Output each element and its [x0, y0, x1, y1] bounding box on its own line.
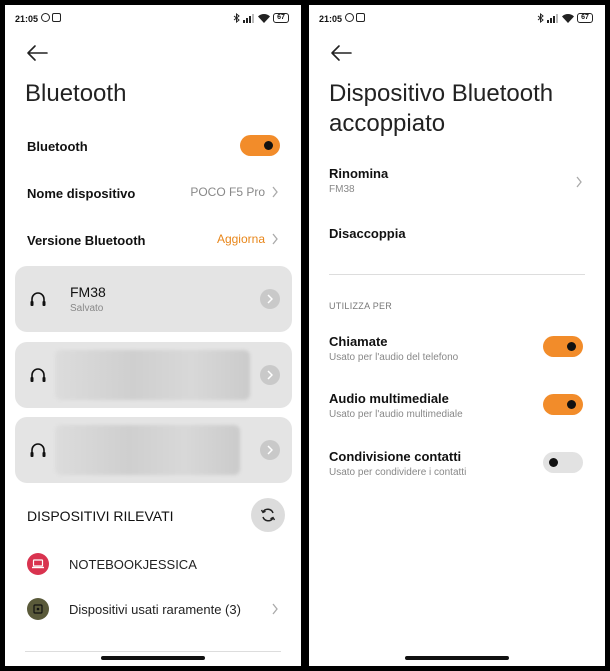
back-arrow-icon[interactable]	[329, 43, 353, 63]
chevron-right-icon	[267, 445, 273, 455]
unpair-label: Disaccoppia	[329, 226, 406, 241]
battery-indicator: 67	[577, 13, 593, 23]
bluetooth-status-icon	[233, 13, 240, 23]
status-bar: 21:05 67	[5, 5, 301, 33]
device-name-value: POCO F5 Pro	[190, 185, 265, 199]
device-details-button[interactable]	[260, 289, 280, 309]
device-name-row[interactable]: Nome dispositivo POCO F5 Pro	[27, 185, 279, 205]
paired-device-screen: 21:05 67 Dispositivo Bluetooth accoppiat…	[309, 5, 605, 666]
signal-icon	[547, 13, 558, 23]
paired-device-status: Salvato	[70, 303, 104, 314]
chevron-right-icon	[576, 176, 582, 188]
bluetooth-version-label: Versione Bluetooth	[27, 233, 146, 248]
whatsapp-icon	[41, 13, 50, 22]
contact-sharing-toggle[interactable]	[543, 452, 583, 473]
unpair-row[interactable]: Disaccoppia	[329, 226, 583, 246]
bluetooth-status-icon	[537, 13, 544, 23]
blurred-device-name	[55, 425, 240, 475]
signal-icon	[243, 13, 254, 23]
chevron-right-icon	[267, 294, 273, 304]
paired-device-card[interactable]: FM38 Salvato	[15, 266, 292, 332]
update-link[interactable]: Aggiorna	[217, 232, 265, 246]
notification-icon	[356, 13, 365, 22]
wifi-icon	[258, 13, 270, 23]
chevron-right-icon	[267, 370, 273, 380]
bluetooth-version-row[interactable]: Versione Bluetooth Aggiorna	[27, 232, 279, 252]
rename-row[interactable]: Rinomina FM38	[329, 166, 583, 200]
detected-devices-header: DISPOSITIVI RILEVATI	[27, 508, 174, 524]
whatsapp-icon	[345, 13, 354, 22]
wifi-icon	[562, 13, 574, 23]
rename-value: FM38	[329, 184, 355, 195]
home-indicator[interactable]	[405, 656, 509, 660]
divider	[25, 651, 281, 652]
page-title: Bluetooth	[25, 80, 127, 107]
status-time: 21:05	[319, 14, 343, 24]
media-audio-toggle[interactable]	[543, 394, 583, 415]
device-name-label: Nome dispositivo	[27, 186, 136, 201]
back-arrow-icon[interactable]	[25, 43, 49, 63]
bluetooth-settings-screen: 21:05 67 Bluetooth Bluetooth Nome dispos…	[5, 5, 301, 666]
rarely-used-devices-item[interactable]: Dispositivi usati raramente (3)	[27, 598, 279, 622]
headphones-icon	[30, 368, 46, 382]
paired-device-name: FM38	[70, 284, 106, 300]
headphones-icon	[30, 292, 46, 306]
calls-toggle[interactable]	[543, 336, 583, 357]
battery-indicator: 67	[273, 13, 289, 23]
page-title: Dispositivo Bluetooth accoppiato	[329, 79, 553, 139]
bluetooth-label: Bluetooth	[27, 139, 88, 154]
divider	[329, 274, 585, 275]
blurred-device-name	[55, 350, 250, 400]
chevron-right-icon	[272, 233, 278, 245]
chevron-right-icon	[272, 603, 278, 615]
headphones-icon	[30, 443, 46, 457]
device-details-button[interactable]	[260, 440, 280, 460]
detected-device-name: NOTEBOOKJESSICA	[69, 557, 197, 572]
refresh-icon	[260, 508, 276, 522]
page-title-line1: Dispositivo Bluetooth	[329, 80, 554, 107]
detected-device-item[interactable]: NOTEBOOKJESSICA	[27, 553, 279, 577]
laptop-icon	[27, 553, 49, 575]
device-icon	[27, 598, 49, 620]
chevron-right-icon	[272, 186, 278, 198]
status-time: 21:05	[15, 14, 39, 24]
rename-label: Rinomina	[329, 166, 389, 181]
home-indicator[interactable]	[101, 656, 205, 660]
refresh-button[interactable]	[251, 498, 285, 532]
device-details-button[interactable]	[260, 365, 280, 385]
use-for-header: UTILIZZA PER	[329, 301, 393, 311]
paired-device-card[interactable]	[15, 417, 292, 483]
paired-device-card[interactable]	[15, 342, 292, 408]
notification-icon	[52, 13, 61, 22]
bluetooth-toggle[interactable]	[240, 135, 280, 156]
rarely-used-devices-label: Dispositivi usati raramente (3)	[69, 602, 241, 617]
page-title-line2: accoppiato	[329, 110, 446, 137]
status-bar: 21:05 67	[309, 5, 605, 33]
